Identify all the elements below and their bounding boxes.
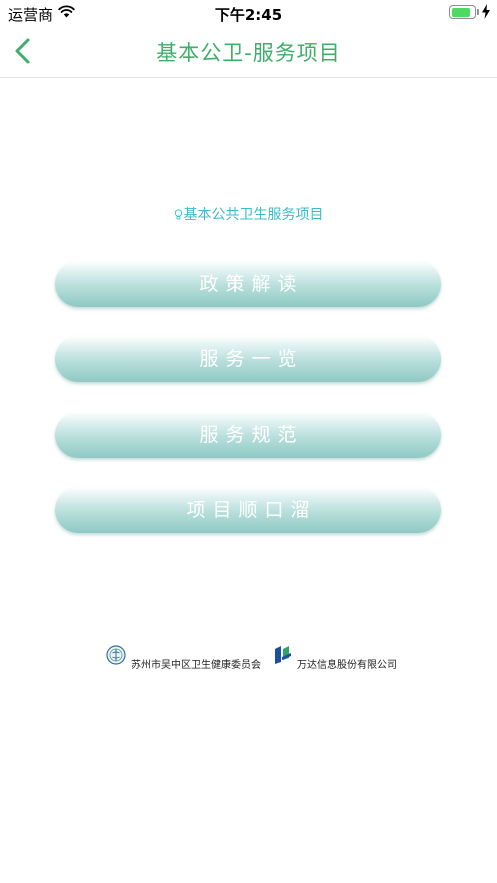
battery-level [451,7,470,17]
project-rhymes-button[interactable]: 项目顺口溜 [55,487,441,533]
service-standards-button[interactable]: 服务规范 [55,412,441,458]
policy-interpretation-button[interactable]: 政策解读 [55,261,441,307]
battery-icon [449,5,476,19]
footer: 苏州市吴中区卫生健康委员会 万达信息股份有限公司 [0,645,497,675]
company-logo-icon [275,646,291,664]
menu-button-label: 服务一览 [199,348,304,370]
company-name: 万达信息股份有限公司 [297,660,397,671]
lightbulb-icon [174,209,182,220]
menu-button-label: 政策解读 [199,273,304,295]
menu-button-label: 服务规范 [199,424,304,446]
status-time: 下午2:45 [214,6,283,24]
service-overview-button[interactable]: 服务一览 [55,336,441,382]
health-commission-logo-icon [106,645,126,665]
charging-bolt-icon [482,4,490,19]
subtitle-text: 基本公共卫生服务项目 [183,207,324,223]
menu-button-label: 项目顺口溜 [186,499,317,521]
organization-name: 苏州市吴中区卫生健康委员会 [131,660,261,671]
page-title: 基本公卫-服务项目 [156,41,341,65]
battery-tip [477,9,479,15]
navigation-bar: 基本公卫-服务项目 [0,26,497,78]
status-bar: 运营商 下午2:45 [0,0,497,26]
section-subtitle: 基本公共卫生服务项目 [0,204,497,224]
